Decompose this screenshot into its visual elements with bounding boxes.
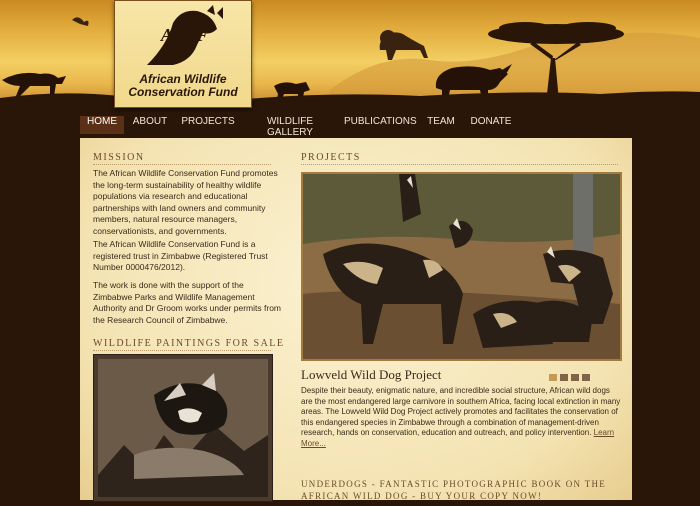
slider-dot-2[interactable] [560,374,568,381]
slider-dot-1[interactable] [549,374,557,381]
main-content: MISSION The African Wildlife Conservatio… [80,138,632,502]
paintings-divider [93,350,271,351]
site-logo[interactable]: AWCF African Wildlife Conservation Fund [114,0,252,108]
project-description-text: Despite their beauty, enigmatic nature, … [301,386,621,437]
underdogs-heading[interactable]: UNDERDOGS - FANTASTIC PHOTOGRAPHIC BOOK … [301,478,621,502]
projects-divider [301,164,618,165]
savanna-silhouette-illustration [0,17,700,112]
nav-item-wildlife-gallery[interactable]: WILDLIFE GALLERY [246,116,334,138]
paintings-heading: WILDLIFE PAINTINGS FOR SALE [93,338,285,349]
project-description: Despite their beauty, enigmatic nature, … [301,386,623,449]
wild-dog-painting[interactable] [93,354,273,502]
nav-item-projects[interactable]: PROJECTS [180,116,236,134]
painting-illustration [98,359,268,497]
logo-text: African Wildlife Conservation Fund [115,73,251,99]
nav-item-home[interactable]: HOME [80,116,124,134]
wild-dog-pack-photo [303,174,620,359]
slider-dot-4[interactable] [582,374,590,381]
nav-item-about[interactable]: ABOUT [128,116,172,134]
main-navigation: HOME ABOUT PROJECTS WILDLIFE GALLERY PUB… [0,112,700,138]
logo-line-2: Conservation Fund [128,85,238,99]
slider-dot-3[interactable] [571,374,579,381]
logo-mark-text: AWCF [160,25,208,45]
mission-paragraph-1: The African Wildlife Conservation Fund p… [93,168,278,236]
header-banner: AWCF African Wildlife Conservation Fund [0,0,700,112]
project-title[interactable]: Lowveld Wild Dog Project [301,367,441,383]
nav-item-publications[interactable]: PUBLICATIONS [344,116,417,134]
underdogs-line-1: UNDERDOGS - FANTASTIC PHOTOGRAPHIC BOOK … [301,479,607,489]
mission-paragraph-2: The African Wildlife Conservation Fund i… [93,239,268,272]
mission-divider [93,164,271,165]
wild-dog-project-photo[interactable] [301,172,622,361]
underdogs-line-2: AFRICAN WILD DOG - BUY YOUR COPY NOW! [301,491,543,501]
mission-heading: MISSION [93,152,145,163]
nav-item-donate[interactable]: DONATE [470,116,512,134]
mission-paragraph-3: The work is done with the support of the… [93,280,282,325]
nav-item-team[interactable]: TEAM [424,116,458,134]
projects-heading: PROJECTS [301,152,361,163]
